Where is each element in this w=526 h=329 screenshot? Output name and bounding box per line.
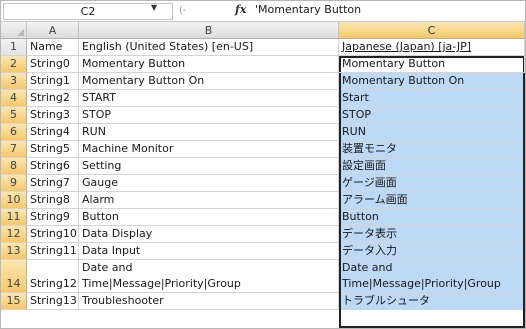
cell[interactable]: Button bbox=[79, 209, 339, 226]
cell[interactable]: データ表示 bbox=[339, 226, 525, 243]
cell[interactable]: RUN bbox=[79, 124, 339, 141]
cell[interactable]: String2 bbox=[27, 90, 79, 107]
row-header[interactable]: 2 bbox=[1, 56, 27, 73]
row-header[interactable]: 5 bbox=[1, 107, 27, 124]
cell[interactable]: String10 bbox=[27, 226, 79, 243]
table-row: 14 String12 Date and Time|Message|Priori… bbox=[1, 260, 525, 293]
cell[interactable]: String4 bbox=[27, 124, 79, 141]
cell[interactable]: STOP bbox=[339, 107, 525, 124]
cell[interactable]: アラーム画面 bbox=[339, 192, 525, 209]
cell[interactable]: Momentary Button On bbox=[339, 73, 525, 90]
cell[interactable]: Button bbox=[339, 209, 525, 226]
table-row: 8 String6 Setting 設定画面 bbox=[1, 158, 525, 175]
cell[interactable]: English (United States) [en-US] bbox=[79, 39, 339, 56]
spreadsheet-window: C2 ▼ (- fx 'Momentary Button A B C 1 Nam… bbox=[0, 0, 526, 329]
cell[interactable]: String12 bbox=[27, 260, 79, 293]
active-cell[interactable]: Momentary Button bbox=[339, 56, 525, 73]
table-row: 13 String11 Data Input データ入力 bbox=[1, 243, 525, 260]
row-header[interactable]: 8 bbox=[1, 158, 27, 175]
table-row: 5 String3 STOP STOP bbox=[1, 107, 525, 124]
column-header-a[interactable]: A bbox=[27, 22, 79, 39]
cell[interactable]: 装置モニタ bbox=[339, 141, 525, 158]
cell[interactable]: String6 bbox=[27, 158, 79, 175]
table-row: 4 String2 START Start bbox=[1, 90, 525, 107]
cell[interactable]: Momentary Button On bbox=[79, 73, 339, 90]
table-row: 11 String9 Button Button bbox=[1, 209, 525, 226]
cell[interactable]: Date and Time|Message|Priority|Group bbox=[79, 260, 339, 293]
row-header[interactable]: 15 bbox=[1, 293, 27, 310]
cell[interactable]: START bbox=[79, 90, 339, 107]
table-row: 7 String5 Machine Monitor 装置モニタ bbox=[1, 141, 525, 158]
cell[interactable]: Japanese (Japan) [ja-JP] bbox=[339, 39, 525, 56]
row-header[interactable]: 14 bbox=[1, 260, 27, 293]
cell[interactable]: Name bbox=[27, 39, 79, 56]
formula-bar: C2 ▼ (- fx 'Momentary Button bbox=[1, 1, 525, 22]
cell[interactable]: Date and Time|Message|Priority|Group bbox=[339, 260, 525, 293]
row-header[interactable]: 3 bbox=[1, 73, 27, 90]
row-header[interactable]: 7 bbox=[1, 141, 27, 158]
row-header[interactable]: 12 bbox=[1, 226, 27, 243]
cell[interactable]: Gauge bbox=[79, 175, 339, 192]
cell[interactable]: String11 bbox=[27, 243, 79, 260]
name-box[interactable]: C2 bbox=[3, 3, 173, 20]
name-box-dropdown-icon[interactable]: ▼ bbox=[151, 3, 157, 12]
cell[interactable]: Data Input bbox=[79, 243, 339, 260]
column-header-c[interactable]: C bbox=[339, 22, 525, 39]
table-row: 3 String1 Momentary Button On Momentary … bbox=[1, 73, 525, 90]
formula-input[interactable]: 'Momentary Button bbox=[255, 3, 361, 16]
row-header[interactable]: 9 bbox=[1, 175, 27, 192]
table-row: 10 String8 Alarm アラーム画面 bbox=[1, 192, 525, 209]
cell[interactable]: String9 bbox=[27, 209, 79, 226]
row-header[interactable]: 6 bbox=[1, 124, 27, 141]
cell[interactable]: Setting bbox=[79, 158, 339, 175]
row-header[interactable]: 10 bbox=[1, 192, 27, 209]
cell[interactable]: Machine Monitor bbox=[79, 141, 339, 158]
row-header[interactable]: 1 bbox=[1, 39, 27, 56]
row-header[interactable]: 4 bbox=[1, 90, 27, 107]
select-all-corner[interactable] bbox=[1, 22, 27, 39]
cell[interactable]: String13 bbox=[27, 293, 79, 310]
cell[interactable]: Troubleshooter bbox=[79, 293, 339, 310]
cell[interactable]: String7 bbox=[27, 175, 79, 192]
cell[interactable]: String3 bbox=[27, 107, 79, 124]
cell[interactable]: Start bbox=[339, 90, 525, 107]
table-row: 2 String0 Momentary Button Momentary But… bbox=[1, 56, 525, 73]
cell[interactable]: STOP bbox=[79, 107, 339, 124]
cell-line: Date and bbox=[342, 261, 393, 274]
cell[interactable]: Momentary Button bbox=[79, 56, 339, 73]
table-row: 1 Name English (United States) [en-US] J… bbox=[1, 39, 525, 56]
cell[interactable]: トラブルシュータ bbox=[339, 293, 525, 310]
cell[interactable]: Data Display bbox=[79, 226, 339, 243]
insert-function-button[interactable]: fx bbox=[235, 3, 246, 16]
cell-line: Time|Message|Priority|Group bbox=[82, 277, 241, 290]
table-row: 9 String7 Gauge ゲージ画面 bbox=[1, 175, 525, 192]
cell[interactable]: String5 bbox=[27, 141, 79, 158]
table-row: 15 String13 Troubleshooter トラブルシュータ bbox=[1, 293, 525, 310]
cell[interactable]: String8 bbox=[27, 192, 79, 209]
row-header[interactable]: 11 bbox=[1, 209, 27, 226]
cell[interactable]: String0 bbox=[27, 56, 79, 73]
table-row: 12 String10 Data Display データ表示 bbox=[1, 226, 525, 243]
formula-bar-grip-icon: (- bbox=[179, 5, 187, 16]
cell[interactable]: String1 bbox=[27, 73, 79, 90]
column-header-b[interactable]: B bbox=[79, 22, 339, 39]
cell[interactable]: RUN bbox=[339, 124, 525, 141]
cell-grid: 1 Name English (United States) [en-US] J… bbox=[1, 39, 525, 310]
cell[interactable]: 設定画面 bbox=[339, 158, 525, 175]
cell[interactable]: ゲージ画面 bbox=[339, 175, 525, 192]
cell[interactable]: データ入力 bbox=[339, 243, 525, 260]
table-row: 6 String4 RUN RUN bbox=[1, 124, 525, 141]
cell-line: Time|Message|Priority|Group bbox=[342, 277, 501, 290]
row-header[interactable]: 13 bbox=[1, 243, 27, 260]
cell[interactable]: Alarm bbox=[79, 192, 339, 209]
cell-line: Date and bbox=[82, 261, 133, 274]
